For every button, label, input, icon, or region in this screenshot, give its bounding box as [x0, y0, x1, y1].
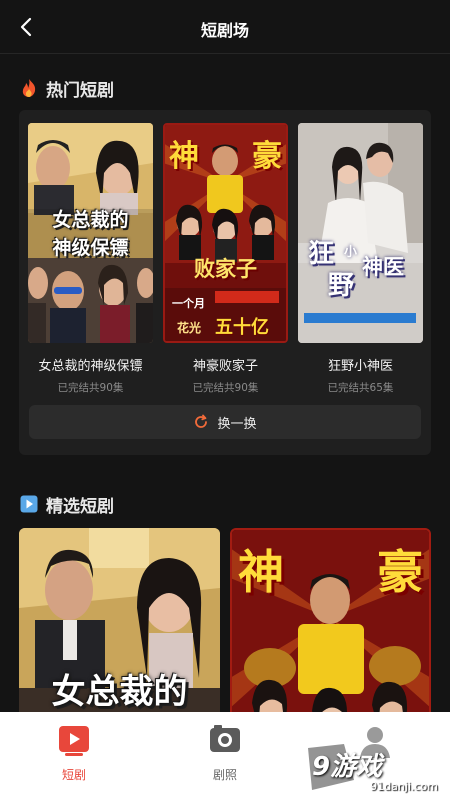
- featured-poster-1[interactable]: 女总裁的: [19, 528, 220, 728]
- drama-card-2[interactable]: 神 豪 败家子 一个月 花光 五十亿 神豪败家子 已完结共90集: [163, 123, 288, 395]
- drama-status-1: 已完结共90集: [57, 382, 124, 394]
- refresh-label: 换一换: [217, 416, 257, 432]
- watermark-url: 91danji.com: [370, 780, 438, 793]
- drama-poster-1[interactable]: 女总裁的 神级保镖: [28, 123, 153, 343]
- drama-status-2: 已完结共90集: [192, 382, 259, 394]
- featured-poster-2-title-b: 豪: [377, 545, 423, 599]
- poster-title-1b: 神级保镖: [52, 237, 129, 259]
- poster-title-2b: 豪: [252, 139, 282, 174]
- poster-title-1a: 女总裁的: [52, 209, 129, 231]
- poster-title-3d: 神医: [362, 255, 404, 279]
- featured-section-title: 精选短剧: [46, 496, 114, 517]
- featured-poster-2-title-a: 神: [238, 545, 284, 599]
- drama-poster-3[interactable]: 狂 野 小 神医: [298, 123, 423, 343]
- tab-short-drama-label: 短剧: [61, 768, 86, 782]
- featured-section-header: 精选短剧: [20, 492, 114, 517]
- featured-poster-1-title: 女总裁的: [51, 672, 188, 712]
- poster-tagline-2b: 花光: [177, 321, 202, 335]
- drama-card-3[interactable]: 狂 野 小 神医 狂野小神医 已完结共65集: [298, 123, 423, 395]
- drama-title-3: 狂野小神医: [327, 359, 393, 374]
- refresh-icon: [195, 414, 208, 428]
- poster-title-3c: 小: [344, 245, 358, 260]
- fire-icon: [22, 79, 36, 97]
- drama-poster-2[interactable]: 神 豪 败家子 一个月 花光 五十亿: [163, 123, 288, 343]
- tab-short-drama[interactable]: 短剧: [39, 724, 109, 783]
- poster-tagline-2a: 一个月: [172, 297, 205, 310]
- drama-title-2: 神豪败家子: [192, 359, 258, 374]
- refresh-button[interactable]: 换一换: [29, 405, 421, 439]
- featured-poster-2[interactable]: 神 豪: [230, 528, 431, 728]
- hot-dramas-panel: 女总裁的 神级保镖 女总裁的神级保镖 已完结共90集 神 豪 败家子 一个月 花…: [19, 110, 431, 455]
- page-title: 短剧场: [200, 21, 249, 40]
- tab-stills[interactable]: 剧照: [190, 724, 260, 783]
- drama-status-3: 已完结共65集: [327, 382, 394, 394]
- play-tv-icon: [59, 726, 89, 756]
- drama-card-1[interactable]: 女总裁的 神级保镖 女总裁的神级保镖 已完结共90集: [28, 123, 153, 395]
- poster-tagline-2c: 五十亿: [215, 317, 269, 338]
- watermark-brand: 9游戏: [312, 752, 383, 782]
- hot-section-title: 热门短剧: [46, 80, 114, 101]
- poster-title-3b: 野: [328, 271, 355, 301]
- drama-title-1: 女总裁的神级保镖: [38, 359, 143, 374]
- photo-icon: [210, 725, 240, 752]
- poster-title-2c: 败家子: [194, 257, 257, 281]
- site-watermark: 9游戏 91danji.com: [302, 742, 444, 798]
- play-square-icon: [20, 495, 38, 513]
- top-bar: 短剧场: [0, 0, 450, 54]
- tab-stills-label: 剧照: [212, 768, 237, 782]
- poster-title-2a: 神: [169, 139, 199, 174]
- hot-section-header: 热门短剧: [20, 76, 114, 101]
